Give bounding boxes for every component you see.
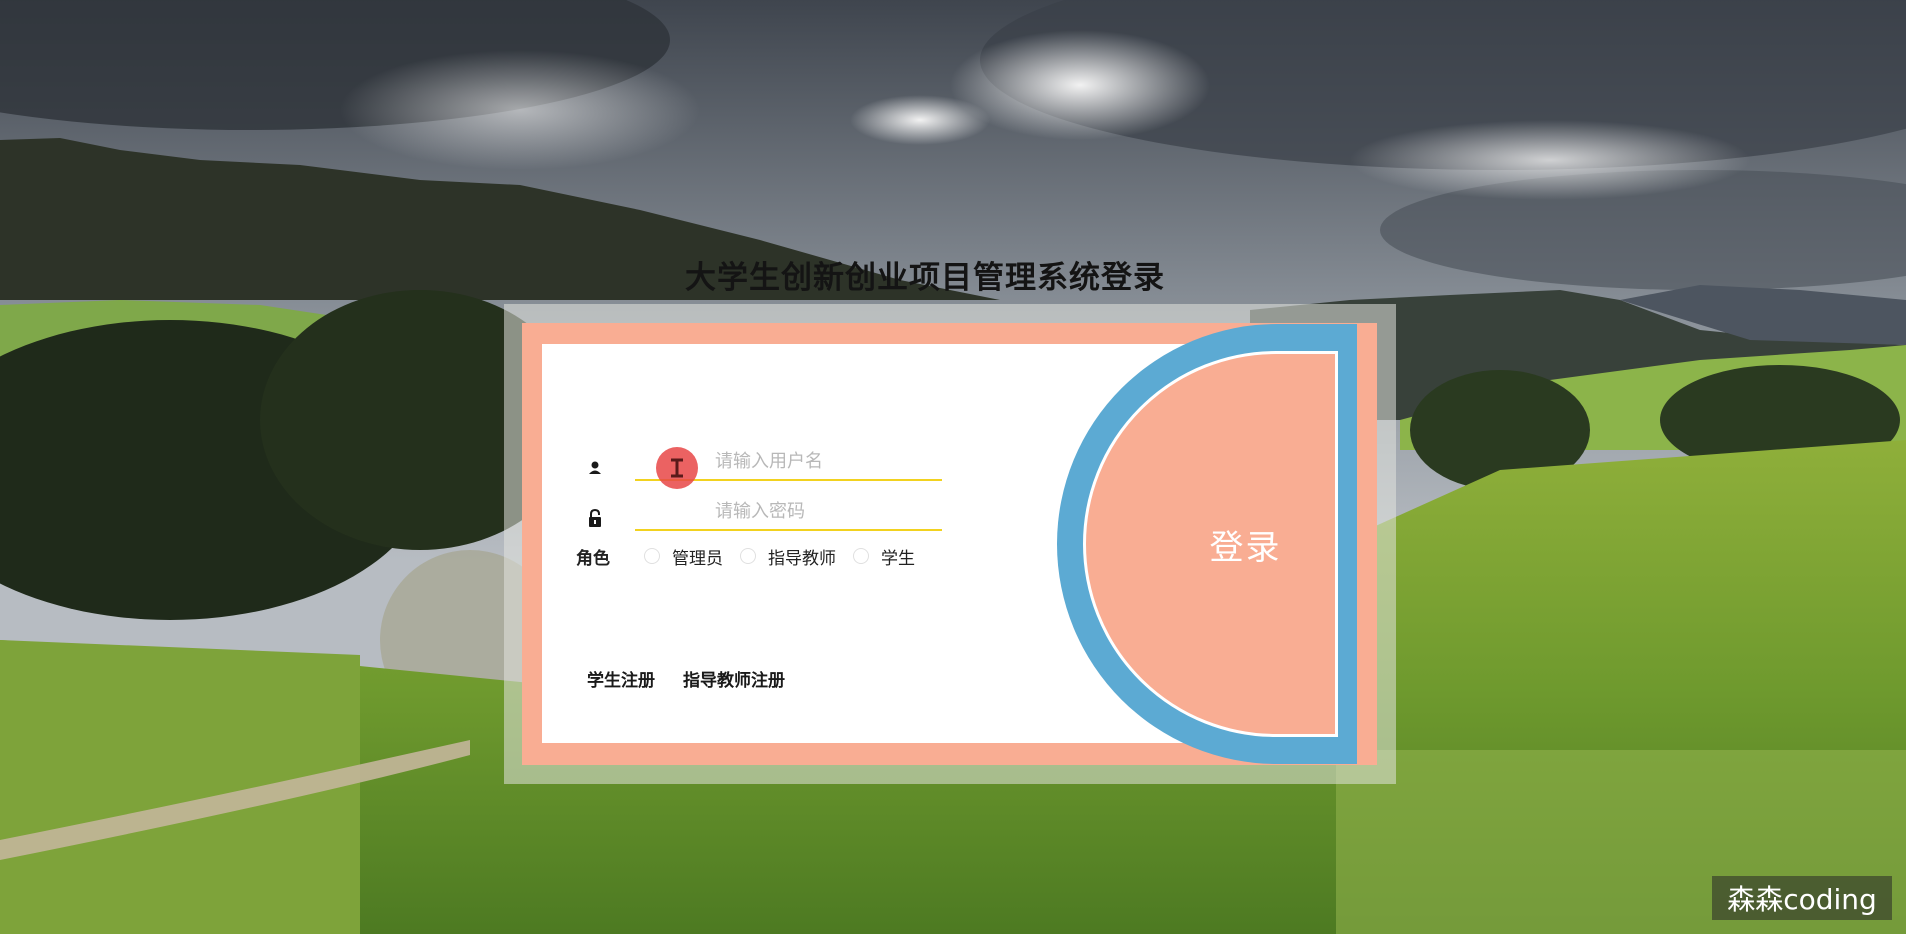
teacher-register-link[interactable]: 指导教师注册 xyxy=(683,666,785,691)
login-page: 大学生创新创业项目管理系统登录 角色 xyxy=(0,0,1906,934)
role-selector: 角色 管理员 指导教师 学生 xyxy=(576,543,932,569)
role-option-label: 管理员 xyxy=(672,548,723,569)
role-option-student[interactable]: 学生 xyxy=(853,544,915,569)
username-row xyxy=(586,443,966,483)
login-button-label: 登录 xyxy=(1209,527,1282,568)
role-option-label: 指导教师 xyxy=(768,548,836,569)
role-option-admin[interactable]: 管理员 xyxy=(644,544,723,569)
radio-circle-icon[interactable] xyxy=(740,548,756,564)
text-cursor-icon xyxy=(656,447,698,489)
role-label: 角色 xyxy=(576,548,610,569)
login-card: 角色 管理员 指导教师 学生 学生注册 指导教师注册 xyxy=(522,323,1377,765)
password-input[interactable] xyxy=(635,493,942,531)
radio-circle-icon[interactable] xyxy=(644,548,660,564)
page-title: 大学生创新创业项目管理系统登录 xyxy=(685,260,1165,296)
user-icon xyxy=(589,461,601,474)
role-option-teacher[interactable]: 指导教师 xyxy=(740,544,836,569)
password-row xyxy=(586,493,966,533)
role-option-label: 学生 xyxy=(881,548,915,569)
radio-circle-icon[interactable] xyxy=(853,548,869,564)
student-register-link[interactable]: 学生注册 xyxy=(587,666,655,691)
lock-icon xyxy=(589,508,601,527)
watermark: 森森coding xyxy=(1712,876,1892,920)
register-links: 学生注册 指导教师注册 xyxy=(587,666,813,691)
